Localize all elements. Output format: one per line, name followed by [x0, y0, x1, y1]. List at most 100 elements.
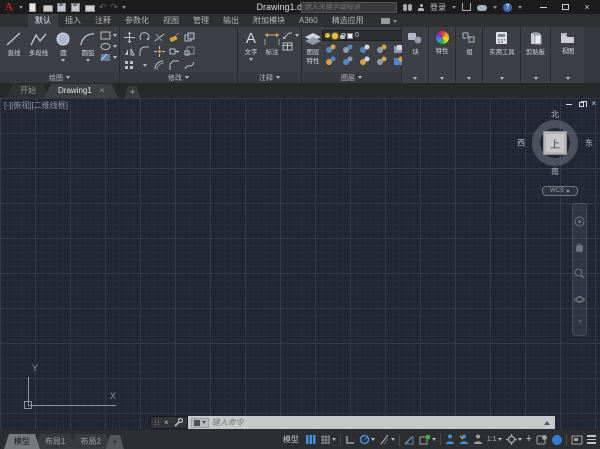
chamfer-icon[interactable]	[169, 60, 180, 71]
copy-icon[interactable]	[184, 32, 195, 43]
offset-icon[interactable]	[154, 60, 165, 71]
customization-menu-icon[interactable]	[587, 435, 596, 444]
new-file-icon[interactable]	[29, 3, 39, 12]
a360-cloud-icon[interactable]	[477, 5, 487, 11]
object-snap-control[interactable]	[419, 434, 436, 445]
help-chevron-icon[interactable]	[518, 6, 522, 9]
stretch-icon[interactable]	[169, 46, 180, 57]
viewcube-south-label[interactable]: 南	[551, 166, 559, 177]
snap-chevron-icon[interactable]	[332, 438, 336, 441]
command-input-area[interactable]	[188, 416, 555, 429]
scale-chevron-icon[interactable]	[498, 438, 502, 441]
viewcube-west-label[interactable]: 西	[517, 138, 525, 149]
polar-tracking-control[interactable]	[359, 434, 375, 445]
ribbon-tab-insert[interactable]: 插入	[58, 14, 88, 27]
autoscale-icon[interactable]	[459, 434, 469, 445]
properties-expand-chevron-icon[interactable]	[440, 77, 444, 80]
drawing-close-icon[interactable]: ×	[591, 100, 596, 108]
rectangle-chevron-icon[interactable]	[113, 34, 117, 37]
drawing-restore-icon[interactable]	[579, 102, 584, 107]
ellipse-button[interactable]	[100, 42, 117, 51]
ribbon-tab-addins[interactable]: 附加模块	[246, 14, 292, 27]
object-snap-tracking-icon[interactable]	[404, 434, 415, 445]
clean-screen-icon[interactable]	[571, 435, 583, 445]
snap-mode-control[interactable]	[320, 434, 336, 445]
erase-icon[interactable]	[169, 32, 180, 43]
ribbon-tab-annotate[interactable]: 注释	[88, 14, 118, 27]
dimension-button[interactable]: 标注	[262, 29, 282, 57]
orbit-icon[interactable]	[574, 294, 585, 305]
drag-handle-icon[interactable]	[155, 420, 160, 425]
hardware-acceleration-icon[interactable]	[552, 435, 562, 445]
file-tab-drawing1[interactable]: Drawing1 ×	[44, 84, 118, 98]
group-expand-chevron-icon[interactable]	[467, 77, 471, 80]
ribbon-minimize-control[interactable]	[381, 18, 397, 24]
wcs-dropdown[interactable]: WCS	[542, 186, 578, 196]
save-as-icon[interactable]	[71, 3, 81, 12]
file-tab-close-icon[interactable]: ×	[100, 84, 105, 98]
ribbon-minimize-icon[interactable]	[381, 18, 390, 24]
cloud-chevron-icon[interactable]	[493, 6, 497, 9]
signin-label[interactable]: 登录	[430, 2, 446, 13]
circle-chevron-icon[interactable]	[61, 59, 65, 62]
panel-annotation-footer[interactable]: 注释	[238, 72, 301, 83]
new-drawing-tab-button[interactable]: +	[124, 86, 140, 98]
file-tab-start[interactable]: 开始	[6, 84, 50, 98]
trim-icon[interactable]	[154, 32, 165, 43]
panel-draw-footer[interactable]: 绘图	[0, 72, 119, 83]
minimize-button[interactable]	[532, 0, 554, 14]
close-button[interactable]: ×	[576, 0, 598, 14]
ribbon-tab-a360[interactable]: A360	[292, 14, 325, 27]
layer-on2-icon[interactable]	[325, 56, 336, 66]
help-search-box[interactable]	[301, 2, 397, 13]
scale-icon[interactable]	[184, 46, 195, 57]
text-button[interactable]: A 文字	[240, 29, 262, 61]
leader-button[interactable]	[282, 31, 299, 40]
app-menu-button[interactable]: A	[0, 1, 18, 14]
ribbon-tab-featured-apps[interactable]: 精选应用	[325, 14, 371, 27]
signin-person-icon[interactable]	[418, 4, 424, 11]
clipboard-expand-chevron-icon[interactable]	[534, 77, 538, 80]
navigation-wheel-icon[interactable]	[574, 216, 585, 227]
array-chevron-icon[interactable]	[143, 64, 147, 67]
layout-tab-layout1[interactable]: 布局1	[35, 434, 75, 449]
layer-dropdown[interactable]: 0	[322, 30, 414, 41]
panel-group[interactable]: 组	[456, 27, 483, 83]
leader-chevron-icon[interactable]	[295, 34, 299, 37]
signin-chevron-icon[interactable]	[452, 6, 456, 9]
viewcube-north-label[interactable]: 北	[551, 109, 559, 120]
panel-layers-footer[interactable]: 图层	[302, 72, 401, 83]
customize-wrench-icon[interactable]	[173, 418, 183, 428]
osnap-chevron-icon[interactable]	[432, 438, 436, 441]
command-history-arrow-icon[interactable]	[544, 421, 550, 425]
app-store-icon[interactable]	[462, 3, 471, 11]
layer-isolate-icon[interactable]	[342, 44, 353, 54]
layer-off-icon[interactable]	[325, 44, 336, 54]
isolate-objects-icon[interactable]	[536, 434, 548, 445]
circle-button[interactable]: 圆	[51, 29, 76, 62]
new-layout-button[interactable]: +	[106, 435, 124, 449]
zoom-icon[interactable]	[574, 268, 585, 279]
ellipse-chevron-icon[interactable]	[113, 45, 117, 48]
polar-chevron-icon[interactable]	[371, 438, 375, 441]
navbar-more-chevron-icon[interactable]	[578, 320, 582, 323]
blend-icon[interactable]	[184, 60, 195, 71]
panel-clipboard[interactable]: 剪贴板	[521, 27, 551, 83]
command-line[interactable]: ×	[150, 416, 555, 429]
recent-commands-button[interactable]	[191, 418, 209, 428]
plot-icon[interactable]	[85, 3, 95, 12]
ribbon-tab-view[interactable]: 视图	[156, 14, 186, 27]
arc-button[interactable]: 圆弧	[76, 29, 101, 62]
redo-icon[interactable]: ↷	[111, 3, 119, 12]
annotation-visibility-icon[interactable]	[445, 434, 455, 445]
command-close-icon[interactable]: ×	[164, 417, 169, 428]
workspace-chevron-icon[interactable]	[518, 438, 522, 441]
arc-chevron-icon[interactable]	[86, 59, 90, 62]
viewport-controls-label[interactable]: [-][俯视][二维线框]	[4, 100, 68, 111]
maximize-button[interactable]	[554, 0, 576, 14]
viewcube-east-label[interactable]: 东	[585, 138, 593, 149]
grid-display-icon[interactable]	[305, 434, 316, 445]
hatch-chevron-icon[interactable]	[113, 56, 117, 59]
layer-unlock-icon[interactable]	[342, 56, 353, 66]
ribbon-tab-output[interactable]: 输出	[216, 14, 246, 27]
